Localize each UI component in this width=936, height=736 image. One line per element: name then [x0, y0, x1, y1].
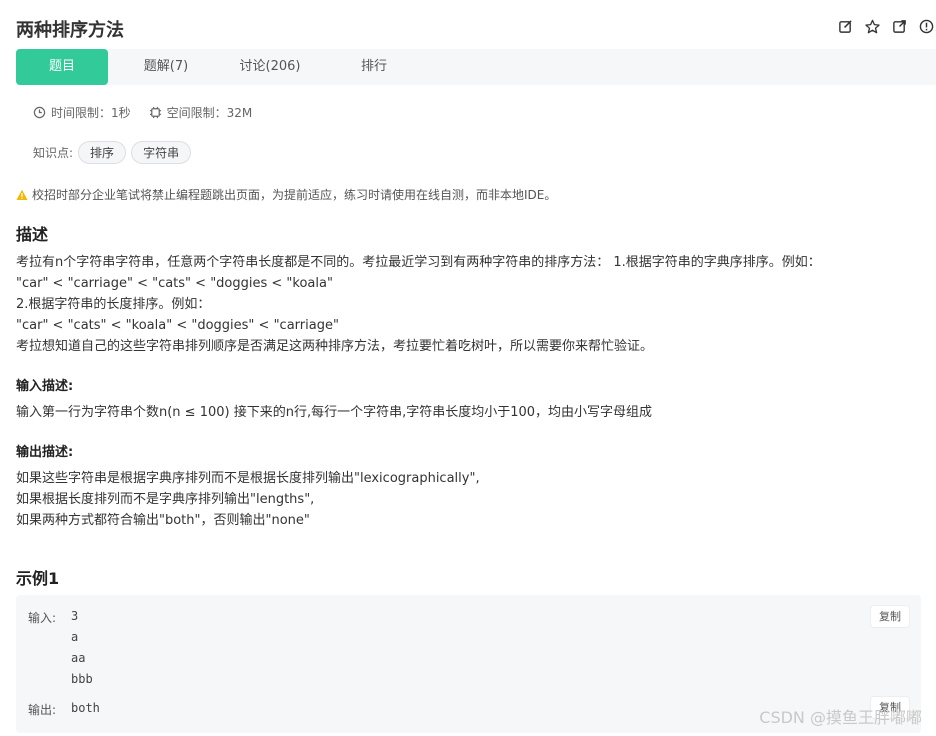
- memory-icon: [149, 106, 161, 119]
- external-link-icon[interactable]: [892, 19, 907, 34]
- notice-text: 校招时部分企业笔试将禁止编程题跳出页面，为提前适应，练习时请使用在线自测，而非本…: [32, 188, 557, 202]
- tab-bar: 题目 题解(7) 讨论(206) 排行: [16, 49, 936, 85]
- tab-discussion[interactable]: 讨论(206): [228, 49, 312, 85]
- output-desc-heading: 输出描述:: [16, 445, 74, 460]
- star-icon[interactable]: [865, 19, 880, 34]
- description-heading: 描述: [16, 225, 49, 244]
- output-desc-line: 如果这些字符串是根据字典序排列而不是根据长度排列输出"lexicographic…: [16, 471, 480, 486]
- knowledge-label: 知识点:: [33, 146, 74, 160]
- space-limit-text: 空间限制：32M: [166, 106, 253, 120]
- description-line: 考拉想知道自己的这些字符串排列顺序是否满足这两种排序方法，考拉要忙着吃树叶，所以…: [16, 339, 654, 354]
- info-icon[interactable]: [919, 19, 934, 34]
- knowledge-tags: 知识点: 排序 字符串: [33, 141, 192, 164]
- tag-sort[interactable]: 排序: [78, 141, 127, 164]
- description-line: "car" < "carriage" < "cats" < "doggies <…: [16, 276, 333, 291]
- time-limit-text: 时间限制：1秒: [51, 106, 131, 120]
- tab-problem[interactable]: 题目: [16, 49, 108, 85]
- warning-icon: [16, 189, 28, 200]
- page-title: 两种排序方法: [16, 20, 124, 41]
- space-limit: 空间限制：32M: [149, 104, 253, 121]
- example-input-code: 3 a aa bbb: [71, 609, 93, 686]
- tab-ranking[interactable]: 排行: [350, 49, 398, 85]
- output-desc-body: 如果这些字符串是根据字典序排列而不是根据长度排列输出"lexicographic…: [16, 468, 480, 531]
- edit-icon[interactable]: [838, 19, 853, 34]
- clock-icon: [33, 106, 46, 119]
- time-limit: 时间限制：1秒: [33, 104, 131, 121]
- limits-row: 时间限制：1秒 空间限制：32M: [33, 104, 270, 121]
- watermark: CSDN @摸鱼王胖嘟嘟: [759, 708, 922, 727]
- example-input-label: 输入:: [28, 611, 57, 625]
- example-output-code: both: [71, 701, 100, 715]
- description-body: 考拉有n个字符串字符串，任意两个字符串长度都是不同的。考拉最近学习到有两种字符串…: [16, 252, 821, 357]
- example-heading: 示例1: [16, 569, 60, 588]
- input-desc-text: 输入第一行为字符串个数n(n ≤ 100) 接下来的n行,每行一个字符串,字符串…: [16, 405, 653, 420]
- input-desc-heading: 输入描述:: [16, 379, 74, 394]
- description-line: 2.根据字符串的长度排序。例如：: [16, 297, 211, 312]
- output-desc-line: 如果两种方式都符合输出"both"，否则输出"none": [16, 513, 310, 528]
- description-line: "car" < "cats" < "koala" < "doggies" < "…: [16, 318, 339, 333]
- tag-string[interactable]: 字符串: [131, 141, 192, 164]
- notice: 校招时部分企业笔试将禁止编程题跳出页面，为提前适应，练习时请使用在线自测，而非本…: [16, 186, 556, 203]
- copy-input-button[interactable]: 复制: [871, 606, 909, 627]
- output-desc-line: 如果根据长度排列而不是字典序排列输出"lengths",: [16, 492, 315, 507]
- tab-solutions[interactable]: 题解(7): [126, 49, 206, 85]
- description-line: 考拉有n个字符串字符串，任意两个字符串长度都是不同的。考拉最近学习到有两种字符串…: [16, 255, 821, 270]
- header-actions: [838, 19, 934, 34]
- example-output-label: 输出:: [28, 703, 57, 717]
